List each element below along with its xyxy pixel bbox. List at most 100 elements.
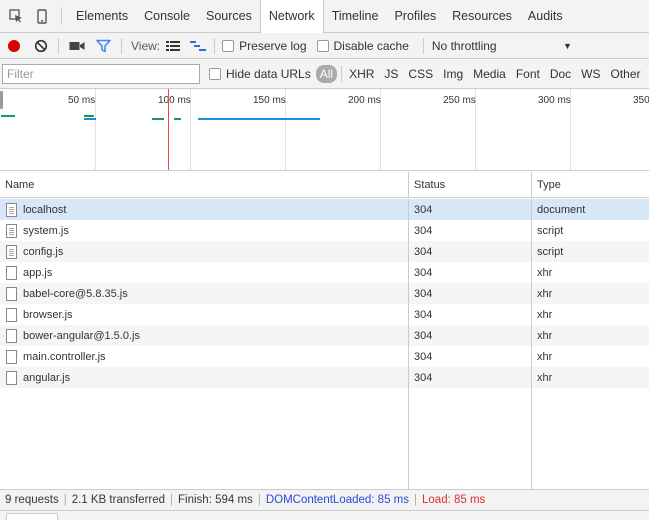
table-row[interactable]: babel-core@5.8.35.js 304 xhr <box>0 283 649 304</box>
network-overview[interactable]: 50 ms 100 ms 150 ms 200 ms 250 ms 300 ms… <box>0 89 649 171</box>
filter-type-doc[interactable]: Doc <box>545 67 576 81</box>
checkbox-box[interactable] <box>316 39 329 52</box>
table-row[interactable]: system.js 304 script <box>0 220 649 241</box>
network-summary-bar: 9 requests | 2.1 KB transferred | Finish… <box>0 489 649 510</box>
column-header-type[interactable]: Type <box>532 172 649 198</box>
divider <box>341 65 343 82</box>
request-bar <box>1 115 15 117</box>
request-type: script <box>537 224 564 237</box>
request-status: 304 <box>414 329 433 342</box>
request-type: xhr <box>537 308 553 321</box>
requests-table-body: localhost 304 document system.js 304 scr… <box>0 199 649 489</box>
divider <box>422 37 424 54</box>
request-bar <box>174 118 181 120</box>
disable-cache-checkbox[interactable]: Disable cache <box>316 39 409 53</box>
large-rows-view-icon[interactable] <box>160 33 185 59</box>
filter-type-all[interactable]: All <box>315 64 338 83</box>
request-bar <box>84 118 96 120</box>
request-status: 304 <box>414 308 433 321</box>
request-name: bower-angular@1.5.0.js <box>23 329 140 342</box>
drawer-tab[interactable] <box>6 513 58 520</box>
divider: | <box>170 494 174 506</box>
preserve-log-label: Preserve log <box>239 38 307 53</box>
request-name: babel-core@5.8.35.js <box>23 287 128 300</box>
document-file-icon <box>6 202 17 217</box>
tab-timeline[interactable]: Timeline <box>324 0 387 33</box>
table-row[interactable]: app.js 304 xhr <box>0 262 649 283</box>
network-toolbar: View: Preserve log Disable cache No thro… <box>0 33 649 59</box>
filter-type-font[interactable]: Font <box>511 67 545 81</box>
device-mode-icon[interactable] <box>29 0 55 33</box>
filter-type-css[interactable]: CSS <box>403 67 438 81</box>
filter-type-xhr[interactable]: XHR <box>344 67 379 81</box>
divider <box>61 7 62 25</box>
file-icon <box>6 370 17 385</box>
inspect-element-icon[interactable] <box>3 0 29 33</box>
file-icon <box>6 328 17 343</box>
filter-type-other[interactable]: Other <box>606 67 646 81</box>
request-type: xhr <box>537 266 553 279</box>
table-row[interactable]: main.controller.js 304 xhr <box>0 346 649 367</box>
tab-network[interactable]: Network <box>259 0 324 34</box>
request-status: 304 <box>414 224 433 237</box>
file-icon <box>6 265 17 280</box>
column-divider[interactable] <box>531 199 532 489</box>
request-status: 304 <box>414 371 433 384</box>
request-status: 304 <box>414 350 433 363</box>
filter-toggle-button[interactable] <box>90 33 117 59</box>
file-icon <box>6 307 17 322</box>
request-bar <box>84 115 94 117</box>
divider <box>214 37 216 54</box>
tick-label: 300 ms <box>538 95 571 106</box>
filter-type-ws[interactable]: WS <box>576 67 605 81</box>
load-event-line <box>168 89 169 170</box>
checkbox-box[interactable] <box>209 67 221 80</box>
tab-resources[interactable]: Resources <box>444 0 520 33</box>
waterfall-view-icon[interactable] <box>185 33 210 59</box>
tab-sources[interactable]: Sources <box>198 0 260 33</box>
preserve-log-checkbox[interactable]: Preserve log <box>222 38 307 53</box>
transferred-size: 2.1 KB transferred <box>71 494 166 506</box>
table-row[interactable]: angular.js 304 xhr <box>0 367 649 388</box>
request-name: localhost <box>23 203 67 216</box>
overview-left-handle[interactable] <box>0 91 3 109</box>
table-row[interactable]: localhost 304 document <box>0 199 649 220</box>
column-divider[interactable] <box>408 199 409 489</box>
drawer-strip <box>0 510 649 520</box>
divider: | <box>257 494 261 506</box>
filter-type-media[interactable]: Media <box>468 67 511 81</box>
file-icon <box>6 349 17 364</box>
dom-content-loaded-time: DOMContentLoaded: 85 ms <box>265 494 410 506</box>
tick-label: 50 ms <box>68 95 96 106</box>
tick-label: 350 <box>633 95 649 106</box>
tab-audits[interactable]: Audits <box>520 0 571 33</box>
checkbox-box[interactable] <box>222 39 235 52</box>
throttling-value: No throttling <box>431 38 497 53</box>
throttling-select[interactable]: No throttling ▼ <box>432 39 572 53</box>
request-name: main.controller.js <box>23 350 106 363</box>
request-type: xhr <box>537 371 553 384</box>
request-name: browser.js <box>23 308 73 321</box>
request-type: xhr <box>537 287 553 300</box>
record-button[interactable] <box>0 33 27 59</box>
tab-profiles[interactable]: Profiles <box>386 0 444 33</box>
table-row[interactable]: bower-angular@1.5.0.js 304 xhr <box>0 325 649 346</box>
tab-elements[interactable]: Elements <box>68 0 136 33</box>
load-time: Load: 85 ms <box>422 494 486 506</box>
hide-data-urls-checkbox[interactable]: Hide data URLs <box>209 67 311 81</box>
table-row[interactable]: config.js 304 script <box>0 241 649 262</box>
filter-type-js[interactable]: JS <box>379 67 403 81</box>
capture-screenshots-button[interactable] <box>63 33 90 59</box>
column-header-status[interactable]: Status <box>409 172 532 198</box>
request-status: 304 <box>414 203 433 216</box>
requests-table-header: Name Status Type <box>0 172 649 198</box>
filter-input[interactable] <box>2 63 200 84</box>
request-name: app.js <box>23 266 53 279</box>
table-row[interactable]: browser.js 304 xhr <box>0 304 649 325</box>
tab-console[interactable]: Console <box>136 0 198 33</box>
column-header-name[interactable]: Name <box>0 172 409 198</box>
request-type: script <box>537 245 564 258</box>
filter-type-img[interactable]: Img <box>438 67 468 81</box>
divider: | <box>414 494 418 506</box>
clear-button[interactable] <box>27 33 54 59</box>
